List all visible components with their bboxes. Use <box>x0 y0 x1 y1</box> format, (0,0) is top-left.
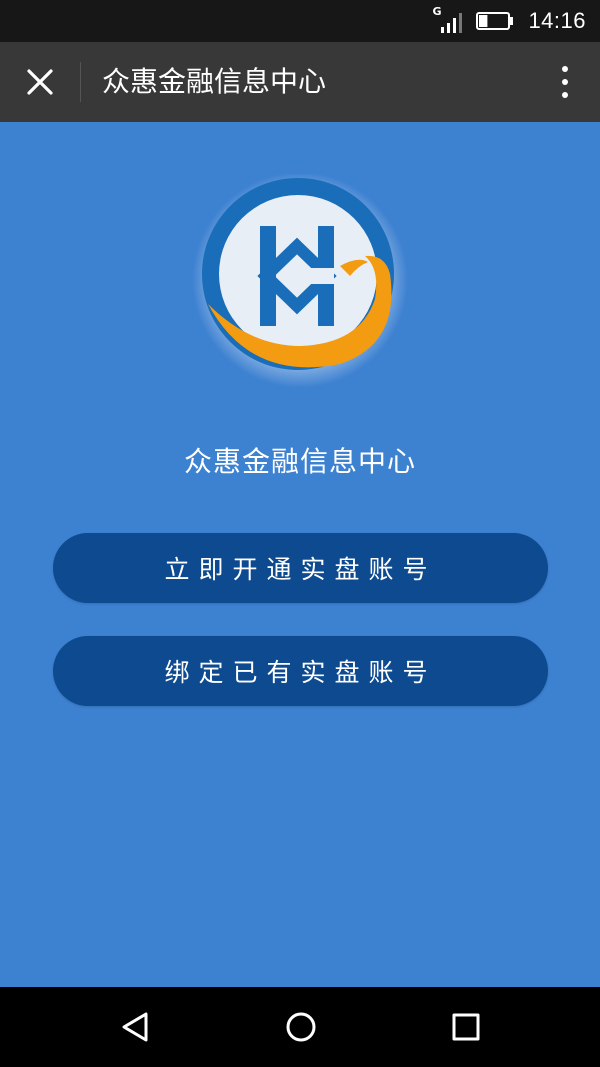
close-icon <box>27 69 53 95</box>
navigation-bar <box>0 987 600 1067</box>
nav-back-button[interactable] <box>91 987 181 1067</box>
close-button[interactable] <box>0 42 80 122</box>
signal-icon: G <box>432 5 463 34</box>
open-account-button[interactable]: 立即开通实盘账号 <box>53 533 548 603</box>
recent-square-icon <box>452 1013 480 1041</box>
app-bar-divider <box>80 62 81 102</box>
battery-icon <box>476 12 514 30</box>
more-vert-icon <box>562 66 568 72</box>
page-title: 众惠金融信息中心 <box>183 445 416 478</box>
status-icons: G 14:16 <box>432 0 586 42</box>
more-menu-button[interactable] <box>548 42 582 122</box>
app-bar: 众惠金融信息中心 <box>0 42 600 122</box>
open-account-label: 立即开通实盘账号 <box>164 555 437 584</box>
nav-home-button[interactable] <box>256 987 346 1067</box>
bind-account-label: 绑定已有实盘账号 <box>164 658 437 687</box>
main-content: 众惠金融信息中心 立即开通实盘账号 绑定已有实盘账号 <box>0 122 600 987</box>
nav-recent-button[interactable] <box>421 987 511 1067</box>
company-logo <box>192 174 408 388</box>
home-circle-icon <box>286 1012 316 1042</box>
bind-account-button[interactable]: 绑定已有实盘账号 <box>53 636 548 706</box>
status-time: 14:16 <box>528 8 586 33</box>
back-triangle-icon <box>122 1012 148 1042</box>
status-bar: G 14:16 <box>0 0 600 42</box>
app-bar-title: 众惠金融信息中心 <box>102 65 327 98</box>
